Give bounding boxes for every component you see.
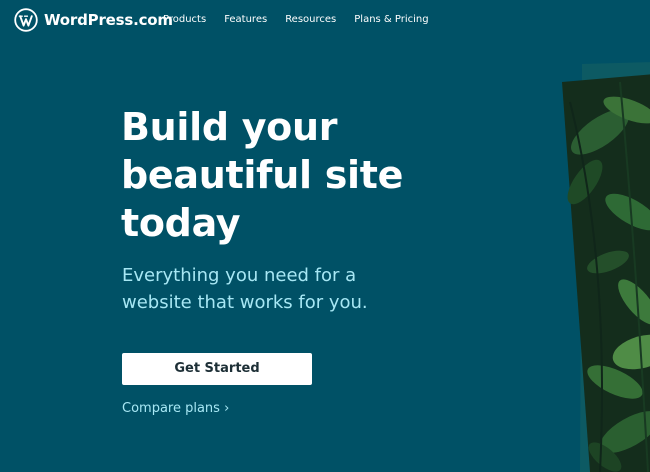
hero-subtitle: Everything you need for a website that w… (122, 265, 368, 313)
top-navigation: WordPress.com Products Features Resource… (0, 0, 650, 40)
brand-name: WordPress.com (44, 11, 173, 29)
hero-plant-image (560, 62, 650, 472)
main-nav: Products Features Resources Plans & Pric… (163, 13, 429, 27)
compare-plans-link[interactable]: Compare plans › (122, 400, 229, 418)
nav-item-products[interactable]: Products (163, 13, 206, 27)
hero-title: Build your beautiful site today (121, 105, 404, 245)
nav-item-resources[interactable]: Resources (285, 13, 336, 27)
nav-item-plans-pricing[interactable]: Plans & Pricing (354, 13, 428, 27)
nav-item-features[interactable]: Features (224, 13, 267, 27)
brand-logo-link[interactable]: WordPress.com (14, 8, 173, 32)
get-started-button[interactable]: Get Started (122, 353, 312, 385)
wordpress-logo-icon (14, 8, 38, 32)
